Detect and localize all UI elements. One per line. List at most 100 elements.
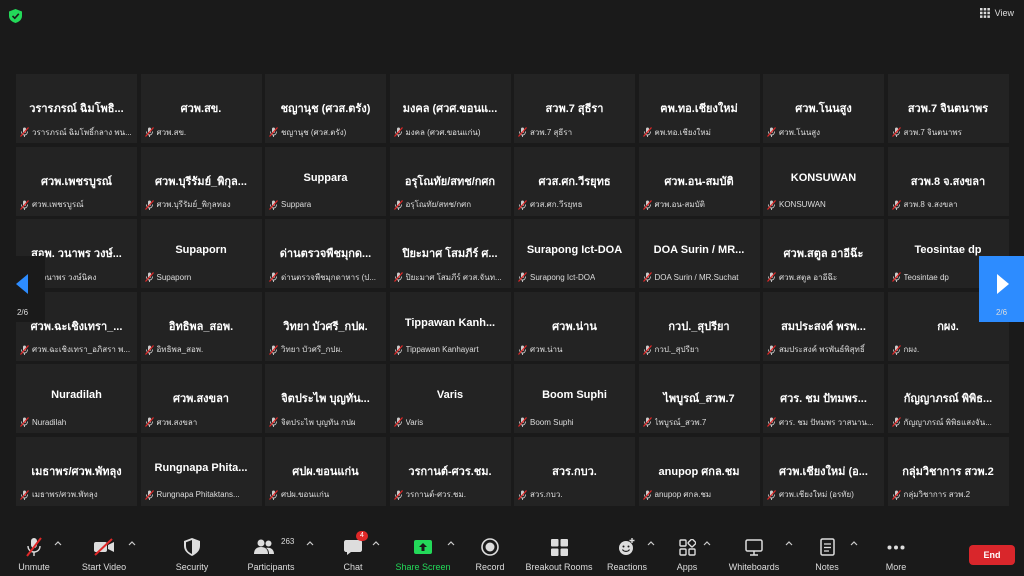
participant-tile[interactable]: ศวพ.โนนสูง ศวพ.โนนสูง	[763, 74, 884, 143]
participant-tile[interactable]: ศวพ.สตูล อาอีฉ๊ะ ศวพ.สตูล อาอีฉ๊ะ	[763, 219, 884, 288]
participant-display-name: ศวพ.เพชรบูรณ์	[41, 175, 112, 188]
participant-tile[interactable]: มงคล (ศวศ.ขอนแ... มงคล (ศวศ.ขอนแก่น)	[389, 74, 511, 143]
participant-tile[interactable]: ศวพ.เพชรบูรณ์ ศวพ.เพชรบูรณ์	[16, 146, 137, 216]
participant-name: Suppara	[281, 200, 312, 209]
chat-badge: 4	[356, 531, 368, 541]
mic-muted-icon	[518, 199, 527, 210]
participant-tile[interactable]: เมธาพร/ศวพ.พัทลุง เมธาพร/ศวพ.พัทลุง	[16, 436, 137, 506]
mic-muted-icon	[642, 489, 652, 500]
participant-tile[interactable]: ชญานุช (ศวส.ตรัง) ชญานุช (ศวส.ตรัง)	[265, 74, 386, 143]
participant-tile[interactable]: สวพ.8 จ.สงขลา สวพ.8 จ.สงขลา	[887, 146, 1009, 216]
participant-name: ศวพ.เชียงใหม่ (อรทัย)	[779, 490, 854, 499]
participant-name-tag: ศวร. ชม ปัทมพร วาสนาน...	[767, 416, 880, 428]
participant-tile[interactable]: ศวพ.สงขลา ศวพ.สงขลา	[140, 364, 262, 433]
participant-tile[interactable]: วรารภรณ์ ฉิมโพธิ... วรารภรณ์ ฉิมโพธิ์กลาง…	[16, 74, 137, 143]
participant-tile[interactable]: ด่านตรวจพืชมุกด... ด่านตรวจพืชมุกดาหาร (ป…	[265, 219, 386, 288]
participant-tile[interactable]: ฅพ.ทอ.เชียงใหม่ ฅพ.ทอ.เชียงใหม่	[638, 74, 760, 143]
end-meeting-button[interactable]: End	[969, 545, 1015, 565]
participant-tile[interactable]: วรกานต์-ศวร.ชม. วรกานต์-ศวร.ชม.	[389, 436, 511, 506]
participant-tile[interactable]: ศวพ.น่าน ศวพ.น่าน	[514, 291, 635, 361]
participant-display-name: DOA Surin / MR...	[653, 244, 745, 256]
more-icon	[887, 545, 905, 549]
participant-name-tag: ศวพ.เชียงใหม่ (อรทัย)	[767, 489, 880, 501]
participant-tile[interactable]: ศวส.ศก.วีรยุทธ ศวส.ศก.วีรยุทธ	[514, 146, 635, 216]
participant-display-name: ศวพ.บุรีรัมย์_พิกุล...	[155, 175, 247, 188]
notes-button[interactable]: Notes	[812, 522, 842, 576]
chevron-up-icon[interactable]	[785, 540, 793, 546]
chevron-up-icon[interactable]	[647, 540, 655, 546]
chevron-up-icon[interactable]	[703, 540, 711, 546]
participant-name: ศวพ.ฉะเชิงเทรา_อภิสรา พ...	[32, 345, 131, 354]
previous-page-button[interactable]: 2/6	[0, 256, 45, 322]
breakout-rooms-button[interactable]: Breakout Rooms	[525, 522, 593, 576]
participant-tile[interactable]: กัญญาภรณ์ พิพิธ... กัญญาภรณ์ พิพิธแสงจัน.…	[887, 364, 1009, 433]
participant-name: anupop ศกล.ชม	[654, 490, 712, 499]
participant-tile[interactable]: Boom Suphi Boom Suphi	[514, 364, 635, 433]
participant-tile[interactable]: Suppara Suppara	[265, 146, 386, 216]
unmute-button[interactable]: Unmute	[17, 522, 51, 576]
participant-tile[interactable]: anupop ศกล.ชม anupop ศกล.ชม	[638, 436, 760, 506]
more-button[interactable]: More	[880, 522, 912, 576]
participant-tile[interactable]: สวร.กบว. สวร.กบว.	[514, 436, 635, 506]
participant-tile[interactable]: สวพ.7 สุธีรา สวพ.7 สุธีรา	[514, 74, 635, 143]
participant-display-name: ฅพ.ทอ.เชียงใหม่	[660, 103, 738, 115]
participant-name: วรกานต์-ศวร.ชม.	[405, 490, 466, 499]
participant-tile[interactable]: Rungnapa Phita... Rungnapa Phitaktans...	[140, 436, 262, 506]
participant-name-tag: ไพบูรณ์_สวพ.7	[642, 416, 756, 428]
record-button[interactable]: Record	[474, 522, 506, 576]
participant-tile[interactable]: ศวพ.สข. ศวพ.สข.	[140, 74, 262, 143]
mic-muted-icon	[891, 199, 901, 210]
participant-name: ศวพ.สตูล อาอีฉ๊ะ	[779, 272, 838, 282]
chevron-up-icon[interactable]	[54, 540, 62, 546]
chevron-up-icon[interactable]	[372, 540, 380, 546]
participant-name-tag: DOA Surin / MR.Suchat	[642, 271, 756, 283]
participant-display-name: สวร.กบว.	[552, 465, 597, 478]
participant-tile[interactable]: วิทยา บัวศรี_กปผ. วิทยา บัวศรี_กปผ.	[265, 291, 386, 361]
participant-tile[interactable]: ศวพ.บุรีรัมย์_พิกุล... ศวพ.บุรีรัมย์_พิกุ…	[140, 146, 262, 216]
participant-tile[interactable]: ศปผ.ขอนแก่น ศปผ.ขอนแก่น	[265, 436, 386, 506]
participant-tile[interactable]: Surapong Ict-DOA Surapong Ict-DOA	[514, 219, 635, 288]
reactions-button[interactable]: Reactions	[605, 522, 649, 576]
participant-name: ศวพ.โนนสูง	[779, 127, 821, 137]
mic-muted-icon	[767, 489, 776, 500]
participant-tile[interactable]: กลุ่มวิชาการ สวพ.2 กลุ่มวิชาการ สวพ.2	[887, 436, 1009, 506]
participant-name: ศวพ.อน-สมบัติ	[654, 200, 705, 209]
participants-button[interactable]: 263 Participants	[245, 522, 297, 576]
chevron-up-icon[interactable]	[850, 540, 858, 546]
participant-tile[interactable]: Tippawan Kanh... Tippawan Kanhayart	[389, 291, 511, 361]
apps-button[interactable]: Apps	[672, 522, 702, 576]
participant-name: กัญญาภรณ์ พิพิธแสงจัน...	[903, 417, 992, 427]
participant-tile[interactable]: อิทธิพล_สอพ. อิทธิพล_สอพ.	[140, 291, 262, 361]
chevron-up-icon[interactable]	[128, 540, 136, 546]
participant-tile[interactable]: จิตประไพ บุญทัน... จิตประไพ บุญทัน กปผ	[265, 364, 386, 433]
security-button[interactable]: Security	[173, 522, 211, 576]
participant-name-tag: วรกานต์-ศวร.ชม.	[393, 489, 507, 501]
participant-tile[interactable]: ไพบูรณ์_สวพ.7 ไพบูรณ์_สวพ.7	[638, 364, 760, 433]
participant-name: ศวพ.บุรีรัมย์_พิกุลทอง	[156, 200, 231, 209]
participant-tile[interactable]: ศวพ.เชียงใหม่ (อ... ศวพ.เชียงใหม่ (อรทัย)	[763, 436, 884, 506]
participant-tile[interactable]: DOA Surin / MR... DOA Surin / MR.Suchat	[638, 219, 760, 288]
participant-tile[interactable]: ปิยะมาศ โสมภีร์ ศ... ปิยะมาศ โสมภีร์ ศวส.…	[389, 219, 511, 288]
chevron-up-icon[interactable]	[447, 540, 455, 546]
participant-tile[interactable]: ศวร. ชม ปัทมพร... ศวร. ชม ปัทมพร วาสนาน..…	[763, 364, 884, 433]
participant-tile[interactable]: สมประสงค์ พรพ... สมประสงค์ พรพันธ์พิสุทธิ…	[763, 291, 884, 361]
whiteboards-button[interactable]: Whiteboards	[726, 522, 782, 576]
participant-tile[interactable]: สวพ.7 จินตนาพร สวพ.7 จินตนาพร	[887, 74, 1009, 143]
participant-tile[interactable]: Nuradilah Nuradilah	[16, 364, 137, 433]
participant-tile[interactable]: KONSUWAN KONSUWAN	[763, 146, 884, 216]
participant-name: กผง.	[903, 345, 920, 354]
next-page-button[interactable]: 2/6	[979, 256, 1024, 322]
chevron-up-icon[interactable]	[306, 540, 314, 546]
participant-tile[interactable]: กวป._สุปรียา กวป._สุปรียา	[638, 291, 760, 361]
chat-button[interactable]: 4 Chat	[336, 522, 370, 576]
participant-name: ปิยะมาศ โสมภีร์ ศวส.จันท...	[405, 272, 502, 282]
view-label: View	[994, 8, 1014, 18]
share-screen-button[interactable]: Share Screen	[394, 522, 452, 576]
participant-tile[interactable]: Supaporn Supaporn	[140, 219, 262, 288]
participant-tile[interactable]: อรุโณทัย/สทช/กศก อรุโณทัย/สทช/กศก	[389, 146, 511, 216]
participant-tile[interactable]: ศวพ.อน-สมบัติ ศวพ.อน-สมบัติ	[638, 146, 760, 216]
start-video-button[interactable]: Start Video	[80, 522, 128, 576]
shield-check-icon[interactable]	[9, 9, 22, 23]
view-button[interactable]: View	[979, 8, 1014, 18]
participant-tile[interactable]: Varis Varis	[389, 364, 511, 433]
